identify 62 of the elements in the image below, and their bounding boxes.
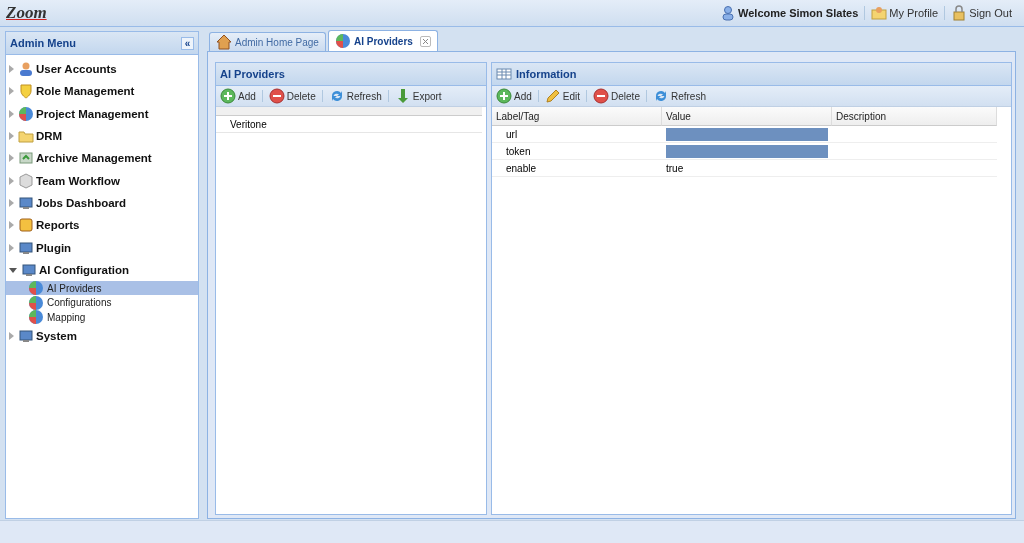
- welcome-text: Welcome Simon Slates: [738, 7, 859, 19]
- panel-title: Admin Menu: [10, 37, 76, 49]
- menu-item[interactable]: Project Management: [36, 107, 149, 120]
- table-cell: enable: [492, 160, 662, 177]
- add-icon: [496, 88, 512, 104]
- collapse-button[interactable]: «: [181, 36, 194, 50]
- header-link[interactable]: My Profile: [889, 7, 939, 19]
- tab[interactable]: Admin Home Page: [209, 32, 326, 51]
- column-header[interactable]: Description: [832, 107, 997, 126]
- column-header[interactable]: Label/Tag: [492, 107, 662, 126]
- submenu-item[interactable]: AI Providers: [6, 280, 198, 296]
- pencil-icon: [544, 88, 561, 104]
- toolbar-button[interactable]: Export: [394, 88, 442, 104]
- table-cell: url: [492, 126, 662, 143]
- submenu-item[interactable]: Configurations: [6, 295, 198, 310]
- user-icon: [720, 5, 737, 21]
- menu-item[interactable]: Role Management: [36, 85, 135, 98]
- close-icon[interactable]: [419, 35, 431, 47]
- menu-item[interactable]: Archive Management: [36, 152, 152, 165]
- menu-item[interactable]: Reports: [36, 219, 80, 232]
- menu-item[interactable]: System: [36, 329, 77, 342]
- toolbar-button[interactable]: Edit: [544, 88, 581, 104]
- table-icon: [496, 66, 512, 82]
- panel-title: Information: [516, 68, 577, 80]
- person-icon: [18, 61, 34, 78]
- minus-icon: [593, 88, 610, 104]
- house-icon: [216, 34, 232, 50]
- logo: Zoom: [6, 3, 47, 23]
- table-cell: true: [666, 162, 684, 174]
- archive-icon: [18, 150, 34, 167]
- table-cell: token: [492, 143, 662, 160]
- menu-item[interactable]: Team Workflow: [36, 174, 120, 187]
- toolbar-button[interactable]: Delete: [268, 88, 316, 104]
- header-link[interactable]: Sign Out: [969, 7, 1012, 19]
- monitor-icon: [18, 194, 34, 211]
- report-icon: [18, 217, 34, 234]
- panel-title: AI Providers: [220, 68, 285, 80]
- shield-icon: [18, 83, 34, 100]
- monitor-icon: [18, 239, 34, 256]
- toolbar-button[interactable]: Add: [496, 88, 532, 104]
- toolbar-button[interactable]: Refresh: [652, 88, 706, 104]
- profile-icon: [871, 5, 888, 21]
- menu-item[interactable]: Plugin: [36, 241, 72, 254]
- submenu-item[interactable]: Mapping: [6, 309, 198, 325]
- list-item[interactable]: Veritone: [216, 116, 482, 133]
- monitor-icon: [21, 261, 37, 278]
- column-header[interactable]: Value: [662, 107, 832, 126]
- folder-icon: [18, 128, 34, 145]
- menu-item[interactable]: User Accounts: [36, 63, 117, 76]
- toolbar-button[interactable]: Delete: [593, 88, 640, 104]
- toolbar-button[interactable]: Refresh: [328, 88, 382, 104]
- add-icon: [220, 88, 236, 104]
- menu-item[interactable]: AI Configuration: [39, 263, 130, 276]
- cube-icon: [18, 172, 34, 189]
- minus-icon: [268, 88, 285, 104]
- toolbar-button[interactable]: Add: [220, 88, 256, 104]
- monitor-icon: [18, 327, 34, 344]
- tab[interactable]: AI Providers: [327, 30, 438, 51]
- expander-icon[interactable]: [9, 268, 17, 274]
- lock-icon: [951, 5, 968, 21]
- menu-item[interactable]: Jobs Dashboard: [36, 196, 127, 209]
- menu-item[interactable]: DRM: [36, 130, 63, 143]
